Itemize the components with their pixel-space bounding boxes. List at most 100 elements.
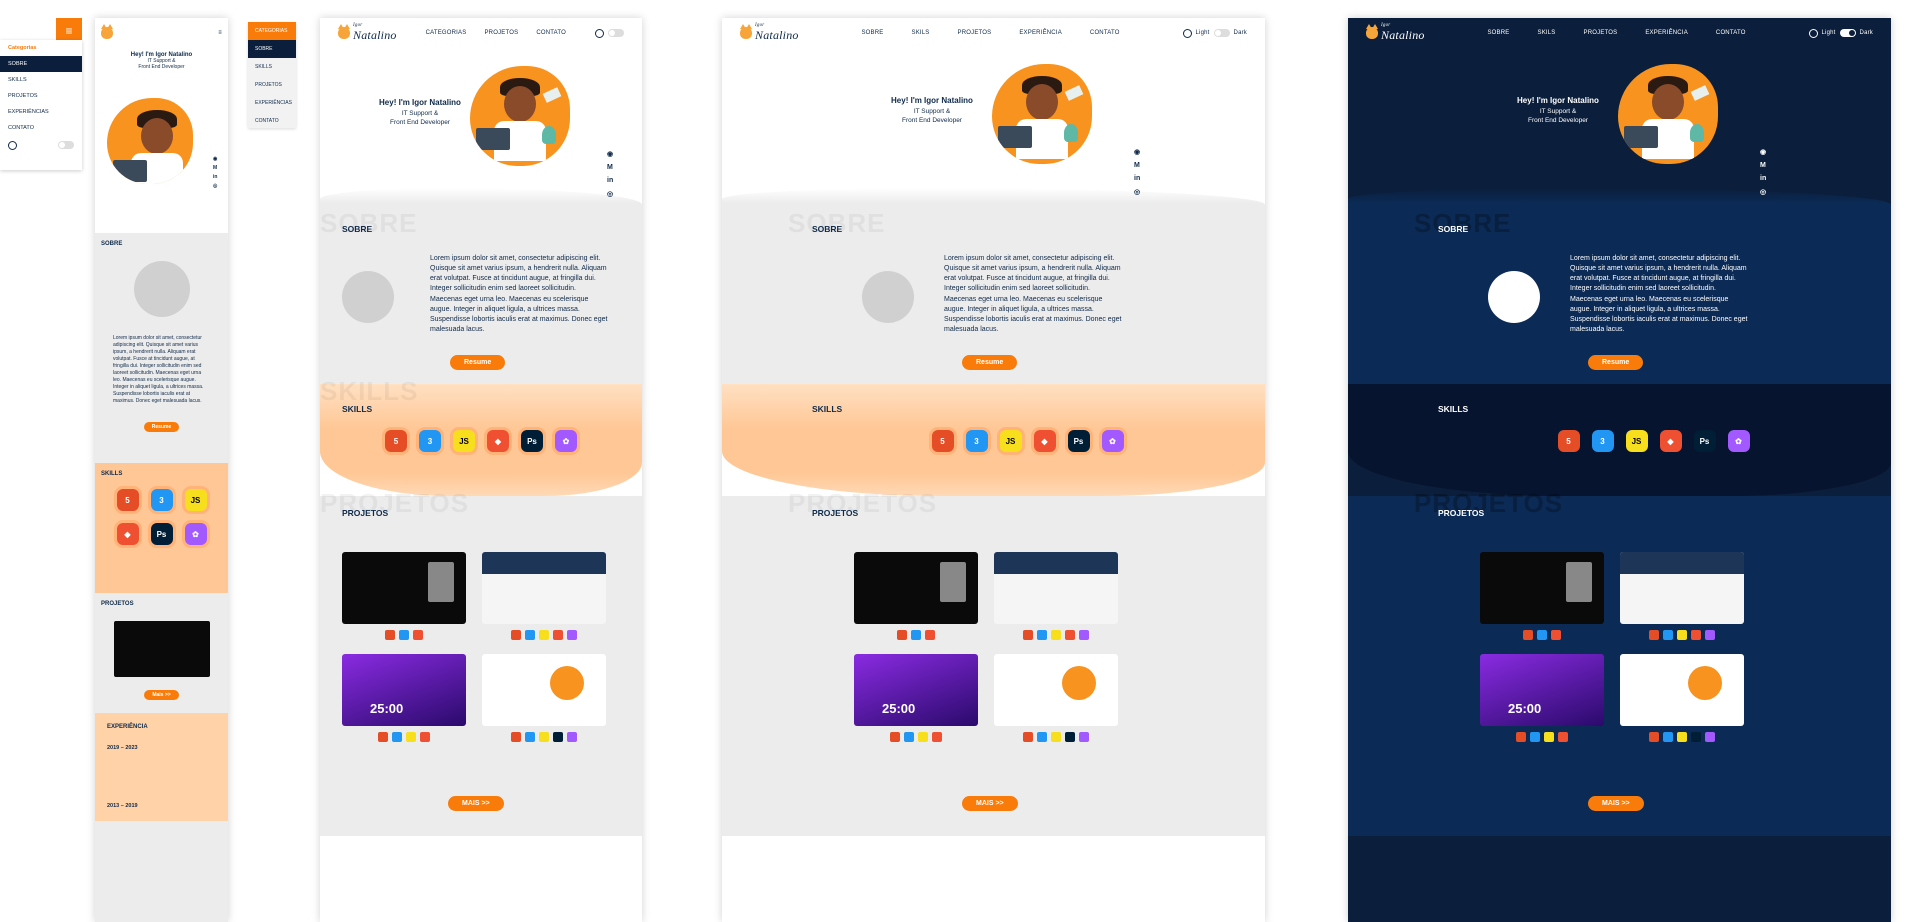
instagram-icon[interactable]: ◎ [1134, 188, 1140, 196]
theme-toggle[interactable] [58, 141, 74, 149]
mobile-menu-item-experiencias[interactable]: EXPERIÊNCIAS [0, 104, 82, 120]
instagram-icon[interactable]: ◎ [607, 190, 613, 198]
mais-button[interactable]: MAIS >> [1588, 796, 1644, 811]
logo[interactable]: Igor Natalino [338, 23, 397, 43]
javascript-icon: JS [184, 489, 207, 511]
cat-logo-icon [101, 24, 113, 39]
menu-icon[interactable]: ≡ [218, 30, 222, 36]
gmail-icon[interactable]: M [213, 165, 217, 171]
avatar-illustration [470, 66, 570, 166]
instagram-icon[interactable]: ◎ [213, 183, 217, 189]
social-links: ◉ Min ◎ [1760, 148, 1766, 196]
project-card[interactable] [342, 552, 466, 640]
resume-button[interactable]: Resume [1588, 355, 1644, 370]
project-card[interactable] [482, 552, 606, 640]
mobile-menu-item-skills[interactable]: SKILLS [0, 72, 82, 88]
avatar-illustration [992, 64, 1092, 164]
cat-logo-icon [740, 24, 752, 39]
javascript-icon: JS [999, 430, 1022, 452]
sobre-text: Lorem ipsum dolor sit amet, consectetur … [944, 255, 1122, 333]
projetos-title: PROJETOS [342, 508, 389, 518]
nav-sobre[interactable]: SOBRE [861, 30, 883, 36]
hero-role-1: IT Support & [1539, 108, 1577, 115]
logo[interactable]: Igor Natalino [1366, 23, 1425, 43]
globe-icon[interactable] [1808, 28, 1818, 38]
gmail-icon[interactable]: M [607, 164, 613, 171]
linkedin-icon[interactable]: in [1134, 175, 1140, 182]
resume-button[interactable]: Resume [143, 422, 180, 432]
globe-icon[interactable] [1182, 28, 1192, 38]
nav-projetos[interactable]: PROJETOS [958, 30, 992, 36]
github-icon[interactable]: ◉ [1134, 148, 1140, 156]
linkedin-icon[interactable]: in [1760, 175, 1766, 182]
project-card[interactable] [1620, 654, 1744, 742]
nav-contato[interactable]: CONTATO [1090, 30, 1120, 36]
dropdown-item-sobre[interactable]: SOBRE [248, 40, 296, 58]
git-icon: ◆ [1659, 430, 1682, 452]
project-card[interactable] [994, 552, 1118, 640]
mobile-menu-item-sobre[interactable]: SOBRE [0, 56, 82, 72]
project-card[interactable]: 25:00 [854, 654, 978, 742]
nav-skills[interactable]: SKILS [912, 30, 930, 36]
nav-projetos[interactable]: PROJETOS [1584, 30, 1618, 36]
projetos-title: PROJETOS [101, 601, 134, 607]
project-card[interactable] [1480, 552, 1604, 640]
linkedin-icon[interactable]: in [213, 174, 217, 180]
github-icon[interactable]: ◉ [607, 150, 613, 158]
hero-role-1: IT Support & [401, 110, 439, 117]
dark-label: Dark [1859, 30, 1873, 36]
resume-button[interactable]: Resume [450, 355, 506, 370]
instagram-icon[interactable]: ◎ [1760, 188, 1766, 196]
nav-contato[interactable]: CONTATO [536, 30, 566, 36]
logo[interactable]: Igor Natalino [740, 23, 799, 43]
profile-photo [133, 261, 190, 317]
dropdown-header[interactable]: CATEGORIAS [248, 22, 296, 40]
dropdown-item-experiencias[interactable]: EXPERIÊNCIAS [248, 94, 296, 112]
logo[interactable] [101, 24, 113, 39]
project-card[interactable] [854, 552, 978, 640]
avatar-illustration [107, 98, 193, 184]
nav-skills[interactable]: SKILS [1538, 30, 1556, 36]
github-icon[interactable]: ◉ [213, 156, 217, 162]
nav-contato[interactable]: CONTATO [1716, 30, 1746, 36]
gmail-icon[interactable]: M [1760, 162, 1766, 169]
mobile-menu-item-projetos[interactable]: PROJETOS [0, 88, 82, 104]
theme-toggle[interactable] [1839, 29, 1856, 37]
nav-categorias[interactable]: CATEGORIAS [426, 30, 467, 36]
linkedin-icon[interactable]: in [607, 177, 613, 184]
nav-experiencia[interactable]: EXPERIÊNCIA [1645, 30, 1688, 36]
photoshop-icon: Ps [1693, 430, 1716, 452]
dropdown-item-projetos[interactable]: PROJETOS [248, 76, 296, 94]
skills-title: SKILLS [812, 404, 843, 414]
github-icon[interactable]: ◉ [1760, 148, 1766, 156]
globe-icon[interactable] [8, 141, 17, 150]
hero-role-2: Front End Developer [138, 64, 185, 70]
mais-button[interactable]: MAIS >> [962, 796, 1018, 811]
project-card[interactable]: 25:00 [1480, 654, 1604, 742]
hero-greeting: Hey! I'm Igor Natalino [379, 98, 461, 107]
gmail-icon[interactable]: M [1134, 162, 1140, 169]
javascript-icon: JS [1625, 430, 1648, 452]
project-card[interactable]: 25:00 [342, 654, 466, 742]
mais-button[interactable]: MAIS >> [448, 796, 504, 811]
nav-sobre[interactable]: SOBRE [1487, 30, 1509, 36]
nav-projetos[interactable]: PROJETOS [484, 30, 518, 36]
dropdown-item-contato[interactable]: CONTATO [248, 112, 296, 130]
sobre-title: SOBRE [1438, 224, 1469, 234]
theme-toggle[interactable] [1213, 29, 1230, 37]
git-icon: ◆ [487, 430, 509, 452]
mobile-menu-item-contato[interactable]: CONTATO [0, 120, 82, 136]
profile-photo [862, 271, 914, 323]
figma-icon: ✿ [1101, 430, 1124, 452]
resume-button[interactable]: Resume [962, 355, 1018, 370]
project-card[interactable] [1620, 552, 1744, 640]
globe-icon[interactable] [595, 28, 604, 38]
dropdown-item-skills[interactable]: SKILLS [248, 58, 296, 76]
nav-experiencia[interactable]: EXPERIÊNCIA [1019, 30, 1062, 36]
html5-icon: 5 [116, 489, 139, 511]
project-thumb[interactable] [113, 621, 210, 677]
project-card[interactable] [994, 654, 1118, 742]
mais-button[interactable]: Mais >> [144, 690, 179, 700]
theme-toggle[interactable] [608, 29, 624, 37]
project-card[interactable] [482, 654, 606, 742]
